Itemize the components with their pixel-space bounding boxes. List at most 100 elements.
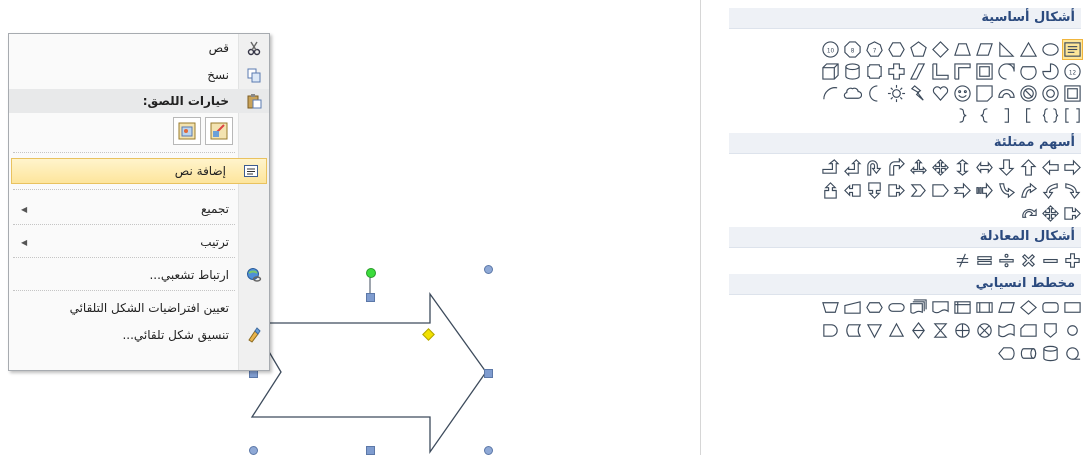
flowchart-display-icon[interactable] bbox=[996, 343, 1017, 364]
curved-left-arrow-icon[interactable] bbox=[1040, 180, 1061, 201]
right-bracket-icon[interactable] bbox=[996, 105, 1017, 126]
resize-handle-bottom-middle[interactable] bbox=[366, 446, 375, 455]
l-shape-icon[interactable] bbox=[930, 61, 951, 82]
menu-item-group[interactable]: تجميع ◀ bbox=[9, 197, 269, 221]
parallelogram-shape-icon[interactable] bbox=[974, 39, 995, 60]
flowchart-multidocument-icon[interactable] bbox=[908, 297, 929, 318]
notched-right-arrow-icon[interactable] bbox=[952, 180, 973, 201]
right-triangle-shape-icon[interactable] bbox=[996, 39, 1017, 60]
heptagon-shape-icon[interactable]: 7 bbox=[864, 39, 885, 60]
quad-arrow-icon[interactable] bbox=[930, 157, 951, 178]
left-right-up-arrow-icon[interactable] bbox=[908, 157, 929, 178]
right-arrow-icon[interactable] bbox=[1062, 157, 1083, 178]
left-right-arrow-icon[interactable] bbox=[974, 157, 995, 178]
menu-item-format-shape[interactable]: تنسيق شكل تلقائي... bbox=[9, 323, 269, 347]
chord-shape-icon[interactable] bbox=[1018, 61, 1039, 82]
up-arrow-callout-icon[interactable] bbox=[820, 180, 841, 201]
flowchart-data-icon[interactable] bbox=[996, 297, 1017, 318]
flowchart-manual-operation-icon[interactable] bbox=[820, 297, 841, 318]
flowchart-predefined-process-icon[interactable] bbox=[974, 297, 995, 318]
plus-math-icon[interactable] bbox=[1062, 250, 1083, 271]
flowchart-connector-icon[interactable] bbox=[1062, 320, 1083, 341]
diagonal-stripe-shape-icon[interactable] bbox=[908, 61, 929, 82]
flowchart-card-icon[interactable] bbox=[1018, 320, 1039, 341]
menu-item-cut[interactable]: قص bbox=[9, 36, 269, 60]
flowchart-process-icon[interactable] bbox=[1062, 297, 1083, 318]
diamond-shape-icon[interactable] bbox=[930, 39, 951, 60]
double-bracket-icon[interactable] bbox=[1062, 105, 1083, 126]
minus-icon[interactable] bbox=[1040, 250, 1061, 271]
cloud-shape-icon[interactable] bbox=[842, 83, 863, 104]
striped-right-arrow-icon[interactable] bbox=[974, 180, 995, 201]
smiley-face-icon[interactable] bbox=[952, 83, 973, 104]
division-icon[interactable] bbox=[996, 250, 1017, 271]
not-equal-icon[interactable] bbox=[952, 250, 973, 271]
menu-item-set-default[interactable]: تعيين افتراضيات الشكل التلقائي bbox=[9, 296, 269, 320]
flowchart-manual-input-icon[interactable] bbox=[842, 297, 863, 318]
oval-shape-icon[interactable] bbox=[1040, 39, 1061, 60]
plus-shape-icon[interactable] bbox=[886, 61, 907, 82]
resize-handle-bottom-left[interactable] bbox=[249, 446, 258, 455]
flowchart-summing-junction-icon[interactable] bbox=[974, 320, 995, 341]
double-brace-icon[interactable] bbox=[1040, 105, 1061, 126]
right-arrow-callout-icon[interactable] bbox=[886, 180, 907, 201]
plaque-shape-icon[interactable] bbox=[864, 61, 885, 82]
circular-arrow-icon[interactable] bbox=[1018, 203, 1039, 224]
pentagon-arrow-icon[interactable] bbox=[930, 180, 951, 201]
heart-shape-icon[interactable] bbox=[930, 83, 951, 104]
quad-arrow-icon[interactable] bbox=[1040, 203, 1061, 224]
menu-item-add-text[interactable]: إضافة نص bbox=[11, 158, 267, 184]
up-arrow-icon[interactable] bbox=[1018, 157, 1039, 178]
cube-shape-icon[interactable] bbox=[820, 61, 841, 82]
rotate-handle[interactable] bbox=[366, 268, 376, 278]
no-symbol-shape-icon[interactable] bbox=[1018, 83, 1039, 104]
flowchart-internal-storage-icon[interactable] bbox=[952, 297, 973, 318]
flowchart-magnetic-disk-icon[interactable] bbox=[1040, 343, 1061, 364]
moon-shape-icon[interactable] bbox=[864, 83, 885, 104]
chevron-arrow-icon[interactable] bbox=[908, 180, 929, 201]
curved-down-arrow-icon[interactable] bbox=[996, 180, 1017, 201]
right-brace-icon[interactable] bbox=[952, 105, 973, 126]
left-brace-icon[interactable] bbox=[974, 105, 995, 126]
triangle-shape-icon[interactable] bbox=[1018, 39, 1039, 60]
menu-item-copy[interactable]: نسخ bbox=[9, 63, 269, 87]
dodecagon-shape-icon[interactable]: 12 bbox=[1062, 61, 1083, 82]
bent-arrow-icon[interactable] bbox=[886, 157, 907, 178]
resize-handle-top-right[interactable] bbox=[484, 265, 493, 274]
flowchart-decision-icon[interactable] bbox=[1018, 297, 1039, 318]
flowchart-document-icon[interactable] bbox=[930, 297, 951, 318]
flowchart-or-icon[interactable] bbox=[952, 320, 973, 341]
down-arrow-icon[interactable] bbox=[996, 157, 1017, 178]
octagon-shape-icon[interactable]: 8 bbox=[842, 39, 863, 60]
flowchart-direct-access-storage-icon[interactable] bbox=[1018, 343, 1039, 364]
flowchart-alternate-process-icon[interactable] bbox=[1040, 297, 1061, 318]
hexagon-shape-icon[interactable] bbox=[886, 39, 907, 60]
left-bracket-icon[interactable] bbox=[1018, 105, 1039, 126]
flowchart-collate-icon[interactable] bbox=[930, 320, 951, 341]
paste-picture-button[interactable] bbox=[173, 117, 201, 145]
text-box-shape-icon[interactable] bbox=[1062, 39, 1083, 60]
left-arrow-callout-icon[interactable] bbox=[842, 180, 863, 201]
up-down-arrow-icon[interactable] bbox=[952, 157, 973, 178]
paste-keep-formatting-button[interactable] bbox=[205, 117, 233, 145]
flowchart-preparation-icon[interactable] bbox=[864, 297, 885, 318]
folded-corner-shape-icon[interactable] bbox=[974, 83, 995, 104]
sun-shape-icon[interactable] bbox=[886, 83, 907, 104]
can-shape-icon[interactable] bbox=[842, 61, 863, 82]
trapezoid-shape-icon[interactable] bbox=[952, 39, 973, 60]
flowchart-sequential-access-icon[interactable] bbox=[1062, 343, 1083, 364]
lightning-bolt-icon[interactable] bbox=[908, 83, 929, 104]
flowchart-stored-data-icon[interactable] bbox=[842, 320, 863, 341]
equal-icon[interactable] bbox=[974, 250, 995, 271]
resize-handle-middle-right[interactable] bbox=[484, 369, 493, 378]
block-arc-shape-icon[interactable] bbox=[996, 83, 1017, 104]
resize-handle-bottom-right[interactable] bbox=[484, 446, 493, 455]
teardrop-shape-icon[interactable] bbox=[996, 61, 1017, 82]
right-arrow-callout-icon[interactable] bbox=[1062, 203, 1083, 224]
flowchart-sort-icon[interactable] bbox=[908, 320, 929, 341]
down-arrow-callout-icon[interactable] bbox=[864, 180, 885, 201]
flowchart-extract-icon[interactable] bbox=[886, 320, 907, 341]
flowchart-merge-icon[interactable] bbox=[864, 320, 885, 341]
frame-shape-icon[interactable] bbox=[974, 61, 995, 82]
curved-up-arrow-icon[interactable] bbox=[1018, 180, 1039, 201]
